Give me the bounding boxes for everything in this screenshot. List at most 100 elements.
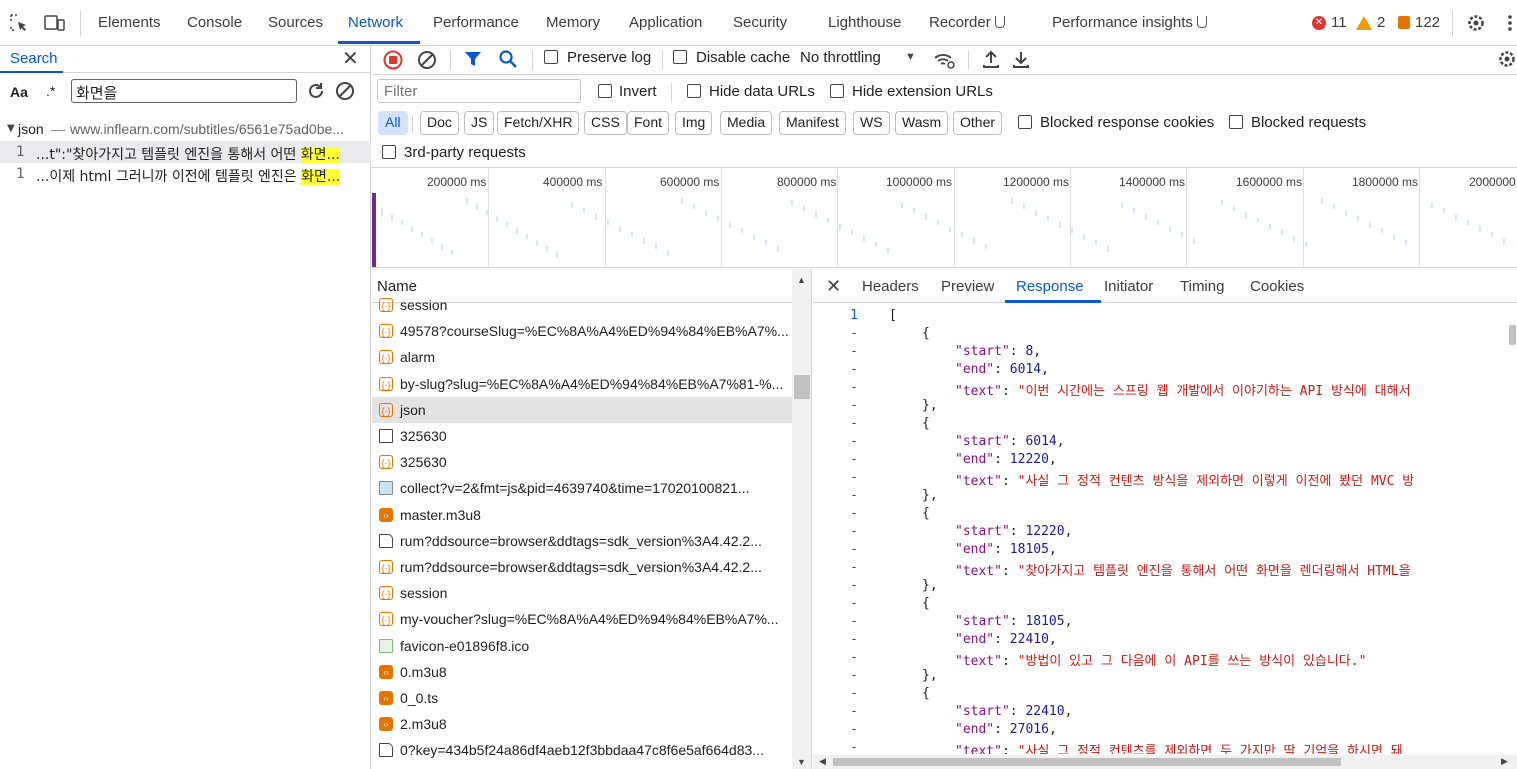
network-settings-gear-icon[interactable] xyxy=(1497,49,1517,69)
request-row[interactable]: {·} my-voucher?slug=%EC%8A%A4%ED%94%84%EB… xyxy=(372,606,792,632)
search-result-file[interactable]: ▼ json — www.inflearn.com/subtitles/6561… xyxy=(0,119,371,141)
import-har-icon[interactable] xyxy=(981,49,1001,69)
tab-performance[interactable]: Performance xyxy=(433,14,519,31)
tab-lighthouse[interactable]: Lighthouse xyxy=(828,14,901,31)
request-row[interactable]: favicon-e01896f8.ico xyxy=(372,633,792,659)
regex-toggle[interactable]: .* xyxy=(46,83,55,99)
more-options-icon[interactable] xyxy=(1507,14,1513,32)
tab-recorder[interactable]: Recorder xyxy=(929,14,1005,31)
warnings-counter[interactable]: 2 xyxy=(1356,14,1385,31)
checkbox[interactable] xyxy=(598,84,612,98)
requests-scrollbar[interactable]: ▲ ▼ xyxy=(792,269,811,769)
issues-counter[interactable]: 122 xyxy=(1398,14,1440,31)
tab-elements[interactable]: Elements xyxy=(98,14,161,31)
request-row[interactable]: {·} json xyxy=(372,396,792,423)
tab-timing[interactable]: Timing xyxy=(1180,278,1224,295)
match-case-toggle[interactable]: Aa xyxy=(10,84,28,100)
search-input[interactable]: 화면을 xyxy=(71,79,297,103)
network-overview-timeline[interactable]: 200000 ms 400000 ms 600000 ms 800000 ms … xyxy=(372,168,1517,268)
tab-network[interactable]: Network xyxy=(348,14,403,31)
request-row[interactable]: {·} 325630 xyxy=(372,449,792,475)
checkbox[interactable] xyxy=(687,84,701,98)
type-chip-manifest[interactable]: Manifest xyxy=(779,111,846,135)
third-party-checkbox[interactable] xyxy=(382,144,396,160)
type-chip-doc[interactable]: Doc xyxy=(420,111,459,135)
checkbox[interactable] xyxy=(673,50,687,64)
request-row[interactable]: collect?v=2&fmt=js&pid=4639740&time=1702… xyxy=(372,475,792,501)
request-row[interactable]: {·} session xyxy=(372,292,792,318)
tab-application[interactable]: Application xyxy=(629,14,702,31)
preserve-log-checkbox[interactable] xyxy=(544,49,558,65)
search-result-line[interactable]: 1 ...이제 html 그러니까 이전에 템플릿 엔진은 화면... xyxy=(0,163,371,185)
tab-security[interactable]: Security xyxy=(733,14,787,31)
export-har-icon[interactable] xyxy=(1011,49,1031,69)
request-row[interactable]: {·} 49578?courseSlug=%EC%8A%A4%ED%94%84%E… xyxy=(372,318,792,344)
inspect-element-icon[interactable] xyxy=(9,13,29,33)
request-row[interactable]: {·} by-slug?slug=%EC%8A%A4%ED%94%84%EB%A7… xyxy=(372,371,792,397)
vertical-scrollbar-thumb[interactable] xyxy=(1509,325,1516,345)
checkbox[interactable] xyxy=(1229,115,1243,129)
scrollbar-thumb[interactable] xyxy=(794,375,810,399)
request-row[interactable]: ‹› master.m3u8 xyxy=(372,502,792,528)
checkbox[interactable] xyxy=(830,84,844,98)
blocked-requests-checkbox[interactable] xyxy=(1229,114,1243,130)
errors-counter[interactable]: ✕ 11 xyxy=(1312,14,1347,31)
network-conditions-icon[interactable] xyxy=(933,50,955,70)
tab-sources[interactable]: Sources xyxy=(268,14,323,31)
clear-icon[interactable] xyxy=(335,81,355,101)
search-icon[interactable] xyxy=(498,49,518,69)
request-row[interactable]: {·} session xyxy=(372,580,792,606)
request-row[interactable]: ‹› 0_0.ts xyxy=(372,685,792,711)
horizontal-scrollbar[interactable]: ◀ ▶ xyxy=(813,755,1517,769)
device-toolbar-icon[interactable] xyxy=(44,14,66,32)
settings-gear-icon[interactable] xyxy=(1466,13,1486,33)
disable-cache-checkbox[interactable] xyxy=(673,49,687,65)
checkbox[interactable] xyxy=(544,50,558,64)
request-row[interactable]: {·} alarm xyxy=(372,344,792,370)
type-chip-ws[interactable]: WS xyxy=(853,111,890,135)
refresh-icon[interactable] xyxy=(306,81,326,101)
tab-cookies[interactable]: Cookies xyxy=(1250,278,1304,295)
blocked-response-cookies-checkbox[interactable] xyxy=(1018,114,1032,130)
tab-performance-insights[interactable]: Performance insights xyxy=(1052,14,1207,31)
clear-log-icon[interactable] xyxy=(417,50,437,70)
request-row[interactable]: rum?ddsource=browser&ddtags=sdk_version%… xyxy=(372,528,792,554)
type-chip-font[interactable]: Font xyxy=(627,111,670,135)
scroll-left-icon[interactable]: ◀ xyxy=(819,756,826,767)
filter-input[interactable] xyxy=(377,79,581,103)
type-chip-js[interactable]: JS xyxy=(464,111,495,135)
type-chip-css[interactable]: CSS xyxy=(584,111,627,135)
type-chip-other[interactable]: Other xyxy=(953,111,1003,135)
tab-memory[interactable]: Memory xyxy=(546,14,600,31)
type-chip-img[interactable]: Img xyxy=(675,111,713,135)
scroll-down-icon[interactable]: ▼ xyxy=(797,757,806,767)
tab-response[interactable]: Response xyxy=(1016,278,1084,295)
tab-headers[interactable]: Headers xyxy=(862,278,919,295)
tab-preview[interactable]: Preview xyxy=(941,278,994,295)
type-chip-fetch-xhr[interactable]: Fetch/XHR xyxy=(497,111,580,135)
hide-data-urls-checkbox[interactable] xyxy=(687,83,701,99)
tab-initiator[interactable]: Initiator xyxy=(1104,278,1153,295)
scroll-up-icon[interactable]: ▲ xyxy=(797,275,806,285)
checkbox[interactable] xyxy=(1018,115,1032,129)
scroll-right-icon[interactable]: ▶ xyxy=(1501,756,1508,767)
close-detail-icon[interactable]: ✕ xyxy=(826,276,841,297)
invert-checkbox[interactable] xyxy=(598,83,612,99)
filter-icon[interactable] xyxy=(464,50,482,68)
response-viewer[interactable]: 1[-{- "start": 8, - "end": 6014, - "text": "이… xyxy=(813,308,1517,754)
request-row[interactable]: 0?key=434b5f24a86df4aeb12f3bbdaa47c8f6e5… xyxy=(372,737,792,763)
request-row[interactable]: {·} rum?ddsource=browser&ddtags=sdk_versi… xyxy=(372,554,792,580)
stop-recording-icon[interactable] xyxy=(383,50,403,70)
type-chip-media[interactable]: Media xyxy=(720,111,773,135)
tab-console[interactable]: Console xyxy=(187,14,242,31)
checkbox[interactable] xyxy=(382,145,396,159)
request-row[interactable]: 325630 xyxy=(372,423,792,449)
close-search-icon[interactable]: ✕ xyxy=(342,49,359,69)
request-row[interactable]: ‹› 0.m3u8 xyxy=(372,659,792,685)
chevron-down-icon[interactable]: ▼ xyxy=(905,51,916,63)
request-row[interactable]: ‹› 2.m3u8 xyxy=(372,711,792,737)
hide-extension-urls-checkbox[interactable] xyxy=(830,83,844,99)
horizontal-scrollbar-thumb[interactable] xyxy=(833,758,1341,766)
search-result-line[interactable]: 1 ...t":"찾아가지고 템플릿 엔진을 통해서 어떤 화면... xyxy=(0,141,371,163)
type-chip-wasm[interactable]: Wasm xyxy=(895,111,949,135)
